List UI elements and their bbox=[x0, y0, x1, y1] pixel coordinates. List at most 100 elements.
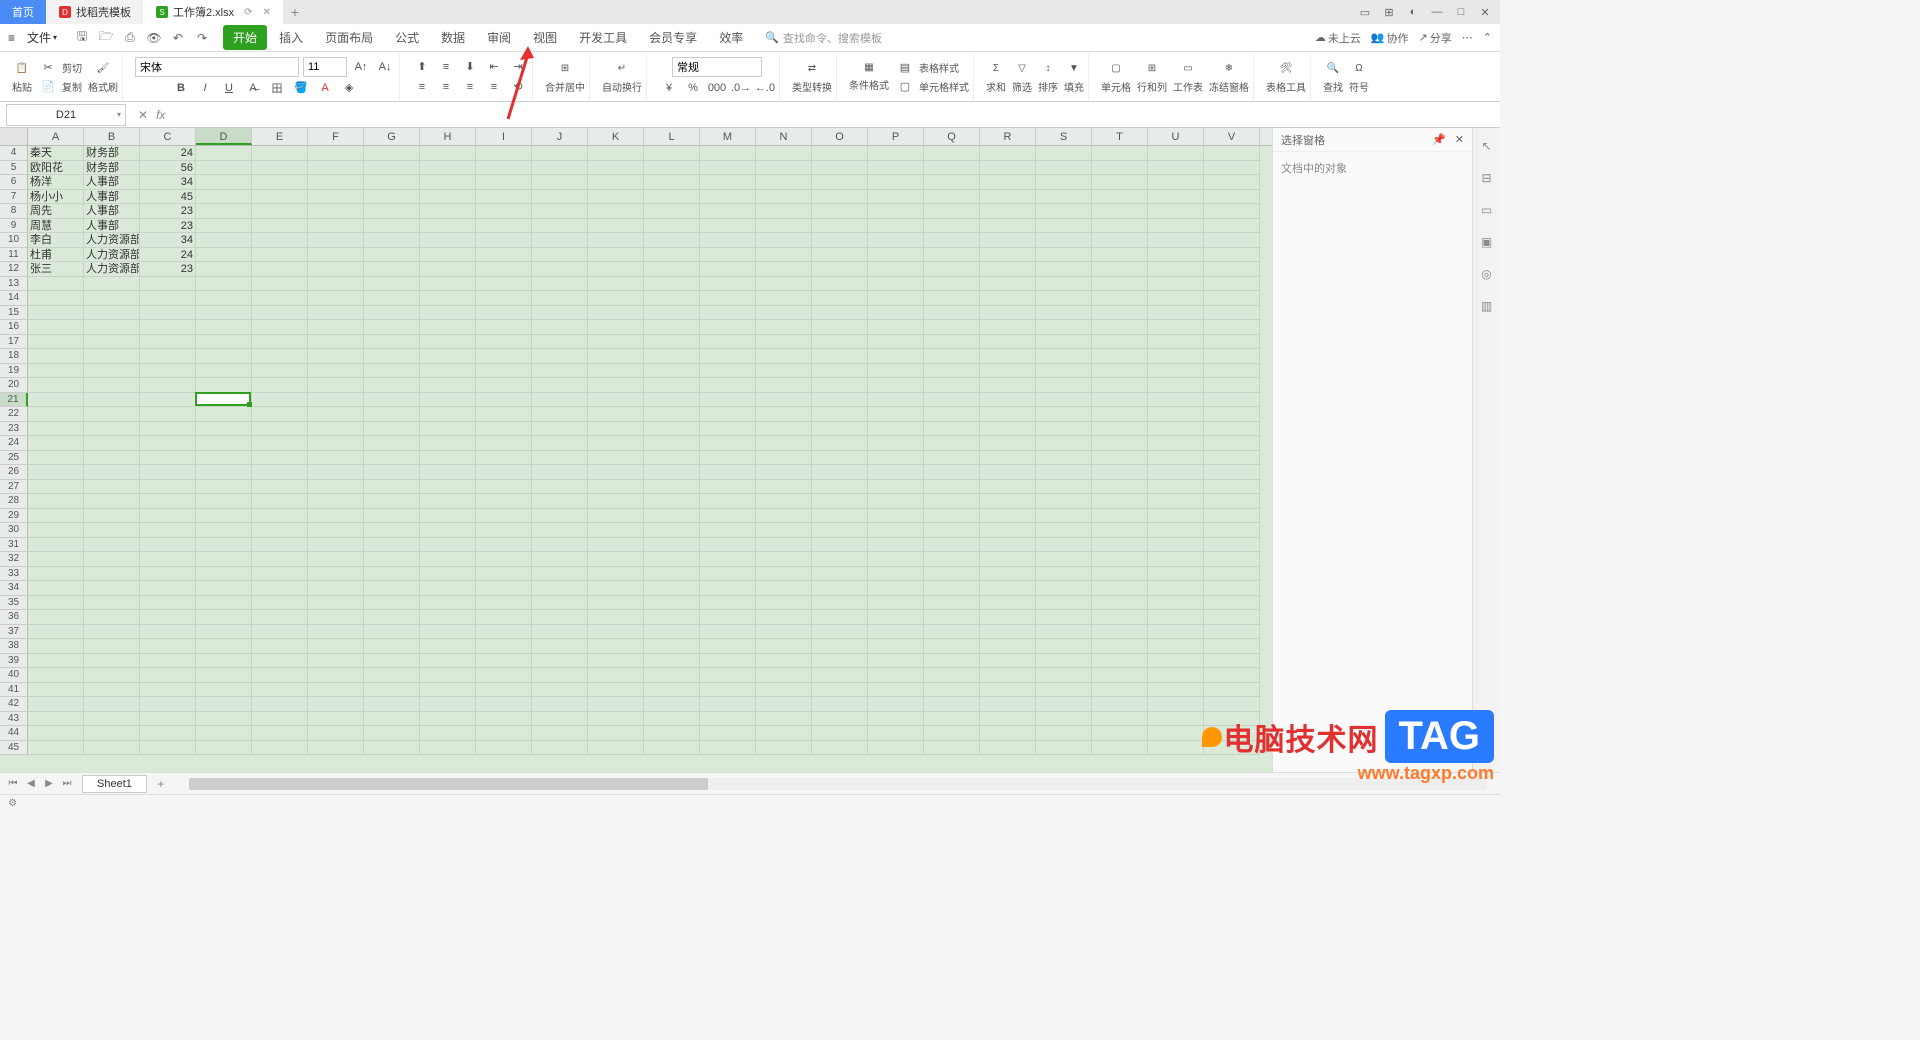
cell[interactable] bbox=[1204, 465, 1260, 480]
cell[interactable] bbox=[756, 407, 812, 422]
cell[interactable] bbox=[364, 596, 420, 611]
cell[interactable] bbox=[308, 596, 364, 611]
cell[interactable] bbox=[924, 393, 980, 408]
cell[interactable] bbox=[140, 509, 196, 524]
cell[interactable]: 财务部 bbox=[84, 146, 140, 161]
col-header[interactable]: U bbox=[1148, 128, 1204, 145]
cell[interactable] bbox=[1204, 306, 1260, 321]
cell[interactable] bbox=[28, 349, 84, 364]
cell[interactable] bbox=[308, 378, 364, 393]
font-grow-icon[interactable]: A↑ bbox=[351, 58, 371, 76]
cell[interactable] bbox=[980, 480, 1036, 495]
cell[interactable] bbox=[84, 277, 140, 292]
cell[interactable] bbox=[812, 277, 868, 292]
cell[interactable] bbox=[1092, 364, 1148, 379]
cell[interactable] bbox=[532, 596, 588, 611]
cell[interactable] bbox=[1148, 349, 1204, 364]
cell[interactable] bbox=[308, 364, 364, 379]
cell[interactable]: 人事部 bbox=[84, 219, 140, 234]
type-convert-button[interactable]: ⇄类型转换 bbox=[792, 60, 832, 94]
cell[interactable] bbox=[420, 393, 476, 408]
fx-icon[interactable]: fx bbox=[156, 108, 165, 122]
cell[interactable] bbox=[1148, 393, 1204, 408]
cell[interactable] bbox=[532, 349, 588, 364]
tab-home[interactable]: 首页 bbox=[0, 0, 46, 24]
cell[interactable] bbox=[476, 741, 532, 756]
cell[interactable] bbox=[420, 610, 476, 625]
cell[interactable] bbox=[700, 494, 756, 509]
cell[interactable] bbox=[980, 523, 1036, 538]
cell[interactable] bbox=[588, 277, 644, 292]
cell[interactable] bbox=[140, 712, 196, 727]
col-header[interactable]: J bbox=[532, 128, 588, 145]
cell[interactable] bbox=[644, 277, 700, 292]
cell[interactable] bbox=[812, 320, 868, 335]
grid-icon[interactable]: ⊞ bbox=[1378, 2, 1400, 22]
cell[interactable] bbox=[924, 451, 980, 466]
row-header[interactable]: 45 bbox=[0, 741, 28, 756]
cell[interactable] bbox=[1204, 610, 1260, 625]
cell[interactable] bbox=[420, 233, 476, 248]
cell[interactable] bbox=[308, 741, 364, 756]
cell[interactable] bbox=[196, 364, 252, 379]
cell[interactable] bbox=[980, 364, 1036, 379]
cell[interactable] bbox=[84, 422, 140, 437]
cell[interactable] bbox=[756, 596, 812, 611]
cell[interactable] bbox=[84, 407, 140, 422]
col-header[interactable]: H bbox=[420, 128, 476, 145]
cell[interactable] bbox=[420, 262, 476, 277]
cell[interactable] bbox=[644, 712, 700, 727]
cell[interactable] bbox=[84, 349, 140, 364]
cell[interactable] bbox=[980, 610, 1036, 625]
cell[interactable] bbox=[252, 726, 308, 741]
cell[interactable] bbox=[924, 741, 980, 756]
cell[interactable] bbox=[140, 581, 196, 596]
cell[interactable] bbox=[1204, 581, 1260, 596]
cell[interactable] bbox=[980, 233, 1036, 248]
find-button[interactable]: 🔍查找 bbox=[1323, 60, 1343, 94]
cell[interactable] bbox=[1036, 393, 1092, 408]
cell[interactable]: 欧阳花 bbox=[28, 161, 84, 176]
cell[interactable] bbox=[252, 654, 308, 669]
cell[interactable] bbox=[700, 509, 756, 524]
cell[interactable] bbox=[1036, 509, 1092, 524]
cell[interactable] bbox=[364, 654, 420, 669]
cell[interactable] bbox=[196, 161, 252, 176]
cell[interactable] bbox=[532, 335, 588, 350]
cell[interactable] bbox=[700, 335, 756, 350]
cell[interactable] bbox=[476, 320, 532, 335]
cell[interactable] bbox=[28, 596, 84, 611]
row-header[interactable]: 28 bbox=[0, 494, 28, 509]
cell[interactable] bbox=[532, 480, 588, 495]
cell[interactable] bbox=[1092, 407, 1148, 422]
cell[interactable] bbox=[1204, 523, 1260, 538]
cell[interactable] bbox=[532, 726, 588, 741]
cell[interactable] bbox=[588, 161, 644, 176]
tab-refresh-icon[interactable]: ⟳ bbox=[244, 7, 252, 18]
row-header[interactable]: 35 bbox=[0, 596, 28, 611]
cell[interactable] bbox=[308, 639, 364, 654]
cell[interactable] bbox=[364, 480, 420, 495]
cell[interactable] bbox=[308, 407, 364, 422]
cell[interactable] bbox=[700, 451, 756, 466]
cell[interactable] bbox=[980, 407, 1036, 422]
row-header[interactable]: 15 bbox=[0, 306, 28, 321]
currency-icon[interactable]: ¥ bbox=[659, 79, 679, 97]
cell[interactable] bbox=[924, 233, 980, 248]
cell[interactable] bbox=[476, 567, 532, 582]
cell[interactable] bbox=[868, 726, 924, 741]
cell[interactable] bbox=[420, 465, 476, 480]
cell[interactable] bbox=[476, 610, 532, 625]
cell[interactable] bbox=[868, 364, 924, 379]
cell[interactable] bbox=[364, 248, 420, 263]
cell[interactable] bbox=[140, 393, 196, 408]
cell[interactable] bbox=[924, 567, 980, 582]
cell[interactable] bbox=[1092, 538, 1148, 553]
align-center-icon[interactable]: ≡ bbox=[436, 78, 456, 96]
cell[interactable] bbox=[532, 712, 588, 727]
cell[interactable] bbox=[980, 291, 1036, 306]
cell[interactable] bbox=[644, 494, 700, 509]
cell[interactable] bbox=[252, 291, 308, 306]
cell[interactable] bbox=[924, 320, 980, 335]
cell[interactable] bbox=[476, 291, 532, 306]
